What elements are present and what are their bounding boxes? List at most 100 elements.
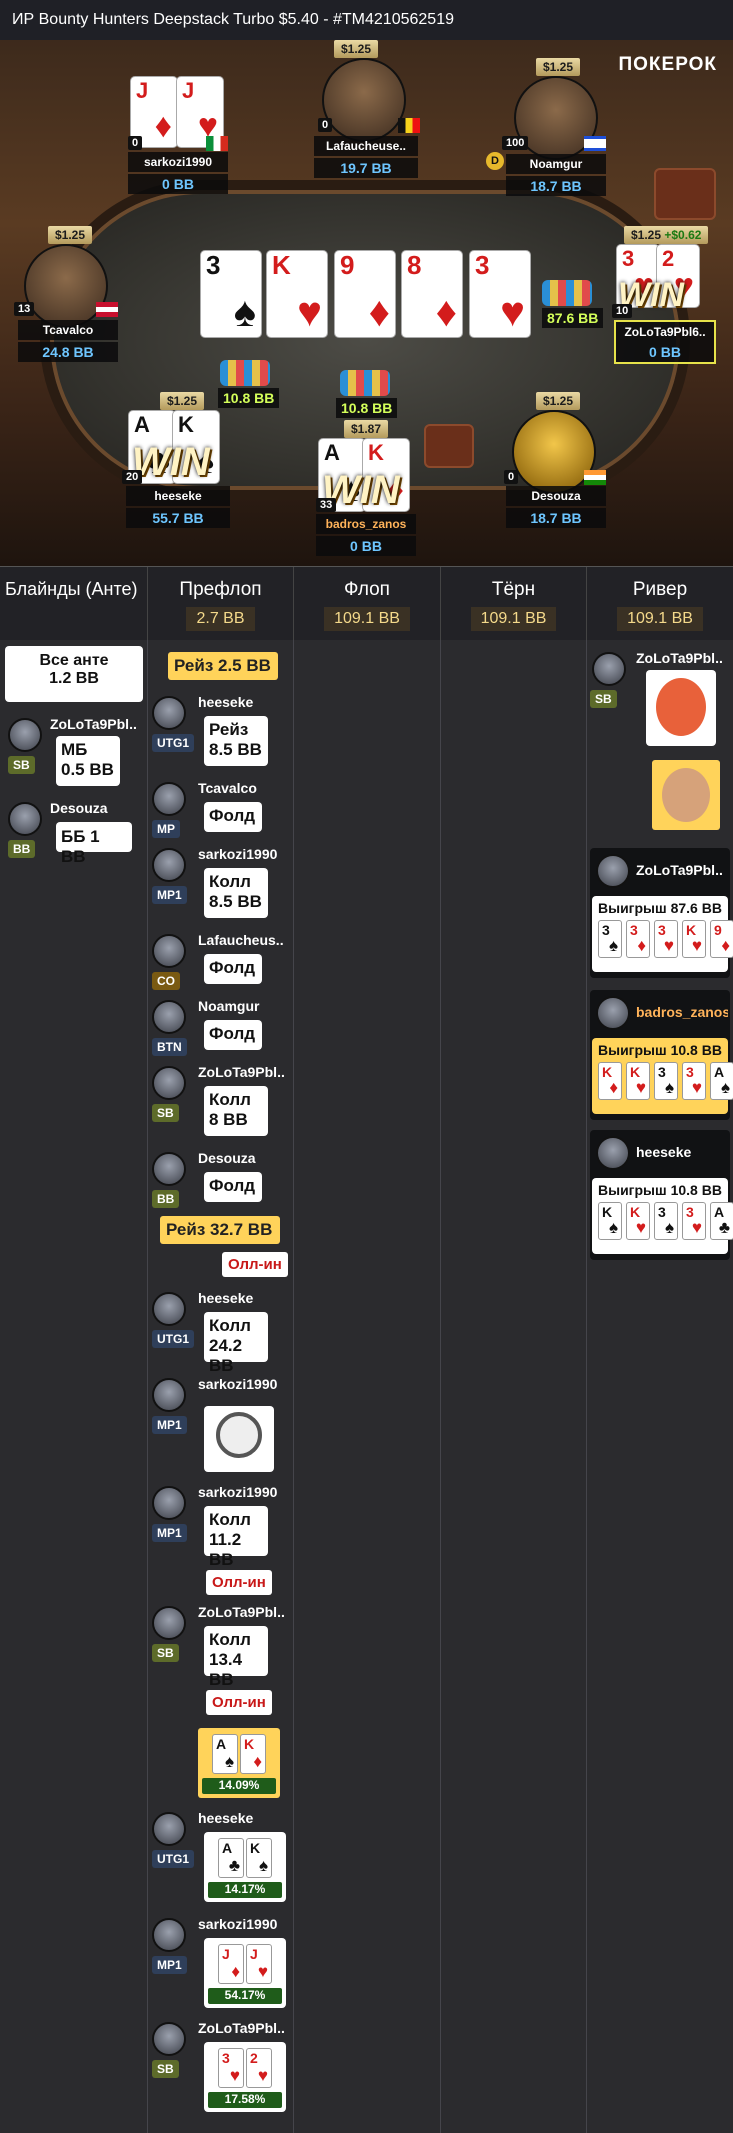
avatar <box>152 1292 186 1326</box>
avatar <box>152 1066 186 1100</box>
avatar <box>592 652 626 686</box>
player-name: Desouza <box>506 486 606 506</box>
hand-box: 3 ♥ 2 ♥ 17.58% <box>204 2042 286 2112</box>
position-badge: MP1 <box>152 1524 187 1542</box>
pot-amount: 10.8 BB <box>336 398 398 418</box>
tab-river[interactable]: Ривер 109.1 BB <box>587 567 733 641</box>
bounty-count: 13 <box>14 302 35 316</box>
action-box: Рейз 8.5 BB <box>204 716 268 766</box>
player-name: ZoLoTa9Pbl.. <box>198 1604 285 1620</box>
win-result-box: Выигрыш 87.6 BB 3 ♠ 3 ♦ 3 ♥ K ♥ 9 ♦ <box>592 896 733 972</box>
hand-box: A ♣ K ♠ 14.17% <box>204 1832 286 1902</box>
emoji-sticker <box>652 760 720 830</box>
bounty-count: 100 <box>502 136 529 150</box>
position-badge: SB <box>152 2060 179 2078</box>
emoji-sticker <box>654 168 716 220</box>
action-box: Колл 8 BB <box>204 1086 268 1136</box>
israel-flag-icon <box>584 136 606 151</box>
avatar <box>596 1136 630 1170</box>
avatar <box>152 934 186 968</box>
emoji-sticker <box>424 424 474 468</box>
win-result-box: Выигрыш 10.8 BB K ♦ K ♥ 3 ♠ 3 ♥ A ♠ <box>592 1038 733 1114</box>
board-card: 3 ♠ <box>200 250 262 338</box>
avatar <box>8 718 42 752</box>
player-stack: 24.8 BB <box>18 342 118 362</box>
avatar <box>322 58 406 142</box>
player-stack: 0 BB <box>614 342 716 364</box>
player-name: sarkozi1990 <box>198 1916 278 1932</box>
player-name: sarkozi1990 <box>198 1484 278 1500</box>
raise-tag: Рейз 32.7 BB <box>160 1216 280 1244</box>
action-box: Колл 24.2 BB <box>204 1312 268 1375</box>
seat-stake: $1.25 <box>160 392 205 410</box>
player-name: heeseke <box>198 1290 254 1306</box>
player-name: Desouza <box>50 800 108 816</box>
seat-stake: $1.25 <box>536 58 581 76</box>
hand-box: J ♦ J ♥ 54.17% <box>204 1938 286 2008</box>
avatar <box>152 1378 186 1412</box>
seat-stake: $1.87 <box>344 420 389 438</box>
allin-tag: Олл-ин <box>206 1690 272 1715</box>
avatar <box>596 854 630 888</box>
avatar <box>596 996 630 1030</box>
position-badge: SB <box>8 756 35 774</box>
player-name: ZoLoTa9Pbl.. <box>198 1064 285 1080</box>
action-box: Колл 13.4 BB <box>204 1626 268 1689</box>
player-name: badros_zanos <box>316 514 416 534</box>
player-stack: 18.7 BB <box>506 508 606 528</box>
player-stack: 55.7 BB <box>126 508 230 528</box>
bounty-count: 33 <box>316 498 337 512</box>
avatar <box>152 696 186 730</box>
window-title: ИР Bounty Hunters Deepstack Turbo $5.40 … <box>0 0 733 40</box>
player-name: Noamgur <box>198 998 260 1014</box>
position-badge: SB <box>152 1104 179 1122</box>
action-box: Колл 8.5 BB <box>204 868 268 918</box>
action-box: Фолд <box>204 1020 262 1050</box>
player-name: Tcavalco <box>18 320 118 340</box>
player-name: ZoLoTa9Pbl.. <box>636 862 723 878</box>
avatar <box>152 2022 186 2056</box>
player-name: Tcavalco <box>198 780 257 796</box>
avatar <box>152 1152 186 1186</box>
pot-amount: 87.6 BB <box>542 308 604 328</box>
avatar <box>152 848 186 882</box>
win-panel: ZoLoTa9Pbl.. Выигрыш 87.6 BB 3 ♠ 3 ♦ 3 ♥ K ♥ 9 ♦ <box>590 848 733 978</box>
win-panel: heeseke Выигрыш 10.8 BB K ♠ K ♥ 3 ♠ 3 ♥ A ♣ <box>590 1130 733 1260</box>
bounty-count: 20 <box>122 470 143 484</box>
player-name: heeseke <box>198 1810 254 1826</box>
seat-stake: $1.25 <box>536 392 581 410</box>
belgium-flag-icon <box>398 118 420 133</box>
position-badge: UTG1 <box>152 1330 195 1348</box>
emoji-sticker <box>646 670 716 746</box>
seat-stake: $1.25 <box>334 40 379 58</box>
tab-preflop[interactable]: Префлоп 2.7 BB <box>148 567 294 641</box>
seat-stake: $1.25 <box>48 226 93 244</box>
player-name: sarkozi1990 <box>198 846 278 862</box>
poker-table: ПОКЕРОК J ♦ J ♥ 0 sarkozi1990 0 BB $1.25 0… <box>0 40 733 566</box>
player-name: sarkozi1990 <box>198 1376 278 1392</box>
player-name: Desouza <box>198 1150 256 1166</box>
bounty-count: 10 <box>612 304 633 318</box>
hungary-flag-icon <box>206 136 228 151</box>
action-box: Колл 11.2 BB <box>204 1506 268 1569</box>
player-stack: 19.7 BB <box>314 158 418 178</box>
player-stack: 18.7 BB <box>506 176 606 196</box>
equity-label: 54.17% <box>208 1988 282 2004</box>
bounty-count: 0 <box>128 136 143 150</box>
player-name: ZoLoTa9Pbl.. <box>198 2020 285 2036</box>
avatar <box>152 1812 186 1846</box>
equity-label: 14.09% <box>202 1778 276 1794</box>
player-name: sarkozi1990 <box>128 152 228 172</box>
tab-blinds[interactable]: Блайнды (Анте) <box>0 567 148 641</box>
tab-flop[interactable]: Флоп 109.1 BB <box>294 567 441 641</box>
tab-turn[interactable]: Тёрн 109.1 BB <box>441 567 587 641</box>
bounty-count: 0 <box>318 118 333 132</box>
action-box: ББ 1 BB <box>56 822 132 866</box>
austria-flag-icon <box>96 302 118 317</box>
avatar <box>152 1918 186 1952</box>
action-box: Фолд <box>204 954 262 984</box>
player-name: ZoLoTa9Pbl.. <box>636 650 723 666</box>
position-badge: SB <box>152 1644 179 1662</box>
player-name: Noamgur <box>506 154 606 174</box>
position-badge: MP1 <box>152 1416 187 1434</box>
